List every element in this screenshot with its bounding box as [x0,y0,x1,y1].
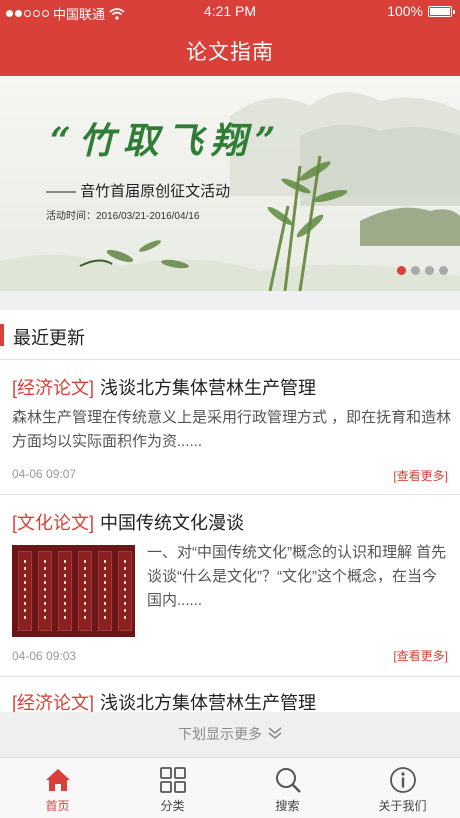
banner-date: 活动时间：2016/03/21-2016/04/16 [46,211,200,222]
home-icon [45,769,70,791]
tab-label: 关于我们 [378,799,427,813]
article-title-text: 浅谈北方集体营林生产管理 [100,378,317,398]
article-title[interactable]: [经济论文] 浅谈北方集体营林生产管理 [12,374,316,400]
page-title: 论文指南 [186,41,274,64]
article-title-text: 中国传统文化漫谈 [100,513,245,533]
tab-label: 首页 [45,799,70,813]
tab-label: 分类 [160,799,185,813]
bottom-tab-bar: 首页 分类 搜索 关于我们 [0,757,460,818]
article-item[interactable]: [文化论文] 中国传统文化漫谈 一、对“中国传统文化”概念的认识和理解 首先谈谈“… [0,495,460,677]
article-summary: 森林生产管理在传统意义上是采用行政管理方式 ，即在抚育和造林方面均以实际面积作为… [12,409,452,450]
article-title[interactable]: [文化论文] 中国传统文化漫谈 [12,509,244,535]
battery-percent: 100% [387,3,423,19]
load-more-label: 下划显示更多 [178,726,262,742]
section-header: 最近更新 [0,310,460,360]
pager-dot[interactable] [397,266,406,275]
article-tag: [经济论文] [12,693,95,713]
load-more-bar[interactable]: 下划显示更多 [0,712,460,757]
tab-category[interactable]: 分类 [115,758,230,818]
article-tag: [经济论文] [12,378,95,398]
pager-dot[interactable] [411,266,420,275]
tab-about[interactable]: 关于我们 [345,758,460,818]
pager-dot[interactable] [425,266,434,275]
section-accent-bar [0,324,4,346]
article-item[interactable]: [经济论文] 浅谈北方集体营林生产管理 森林生产管理在传统意义上是采用行政管理方式… [0,360,460,495]
banner-title: “竹取飞翔” [50,120,284,162]
article-summary: 一、对“中国传统文化”概念的认识和理解 首先谈谈“什么是文化”？“文化”这个概念… [147,544,447,609]
search-icon [275,768,301,793]
article-title-text: 浅谈北方集体营林生产管理 [100,693,317,713]
banner-carousel[interactable]: “竹取飞翔” —— 音竹首届原创征文活动 活动时间：2016/03/21-201… [0,76,460,291]
top-bar: 中国联通 4:21 PM 100% 论文指南 [0,0,460,76]
tab-search[interactable]: 搜索 [230,758,345,818]
pager-dot[interactable] [439,266,448,275]
banner-subtitle: —— 音竹首届原创征文活动 [46,183,231,200]
article-thumbnail [12,545,135,637]
article-date: 04-06 09:03 [12,649,77,663]
view-more-link[interactable]: [查看更多] [393,647,448,664]
article-date: 04-06 09:07 [12,467,77,481]
article-item[interactable]: [经济论文] 浅谈北方集体营林生产管理 [0,677,460,717]
section-spacer [0,291,460,310]
article-tag: [文化论文] [12,513,95,533]
info-icon [389,767,416,793]
grid-icon [159,767,186,793]
view-more-link[interactable]: [查看更多] [393,467,448,484]
carousel-pager[interactable] [397,266,448,275]
chevron-down-icon [268,712,282,757]
status-bar: 中国联通 4:21 PM 100% [0,0,460,24]
section-title: 最近更新 [13,328,85,348]
tab-home[interactable]: 首页 [0,758,115,818]
battery-icon [428,5,455,17]
tab-label: 搜索 [275,799,300,813]
